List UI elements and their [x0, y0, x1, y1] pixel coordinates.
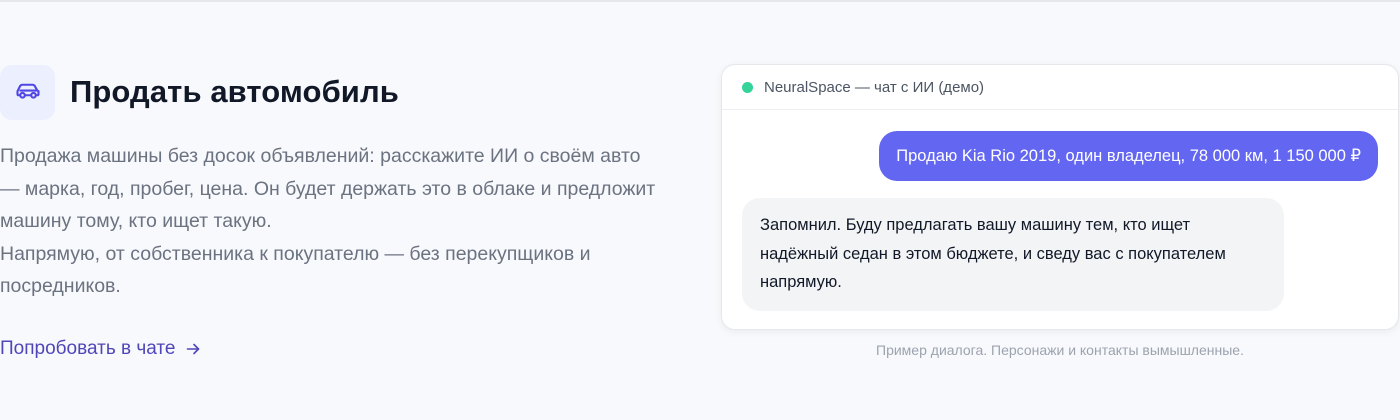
top-divider [0, 0, 1400, 2]
try-in-chat-label: Попробовать в чате [0, 337, 176, 359]
arrow-right-icon [185, 341, 201, 357]
ai-message-line: напрямую. [760, 273, 842, 291]
feature-title: Продать автомобиль [70, 74, 399, 109]
chat-title: NeuralSpace — чат с ИИ (демо) [764, 78, 985, 96]
car-icon [14, 76, 42, 109]
user-message-bubble: Продаю Kia Rio 2019, один владелец, 78 0… [879, 131, 1378, 181]
try-in-chat-link[interactable]: Попробовать в чате [0, 338, 201, 360]
description-line: Напрямую, от собственника к покупателю —… [0, 242, 591, 265]
ai-message-line: надёжный седан в этом бюджете, и сведу в… [760, 244, 1226, 263]
chat-demo-card: NeuralSpace — чат с ИИ (демо) Продаю Kia… [721, 64, 1399, 330]
ai-message-line: Запомнил. Буду предлагать вашу машину те… [760, 216, 1191, 234]
description-line: машину тому, кто ищет такую. [0, 210, 272, 232]
description-line: — марка, год, пробег, цена. Он будет дер… [0, 177, 656, 200]
feature-description: Продажа машины без досок объявлений: рас… [0, 140, 690, 303]
ai-message-bubble: Запомнил. Буду предлагать вашу машину те… [742, 198, 1284, 311]
description-line: посредников. [0, 275, 121, 297]
chat-header: NeuralSpace — чат с ИИ (демо) [722, 65, 1398, 110]
online-status-dot [742, 81, 753, 93]
feature-heading: Продать автомобиль [0, 64, 690, 120]
chat-caption: Пример диалога. Персонажи и контакты вым… [876, 342, 1244, 358]
description-line: Продажа машины без досок объявлений: рас… [0, 145, 641, 167]
feature-section: Продать автомобиль Продажа машины без до… [0, 64, 690, 360]
car-icon-tile [0, 64, 55, 120]
